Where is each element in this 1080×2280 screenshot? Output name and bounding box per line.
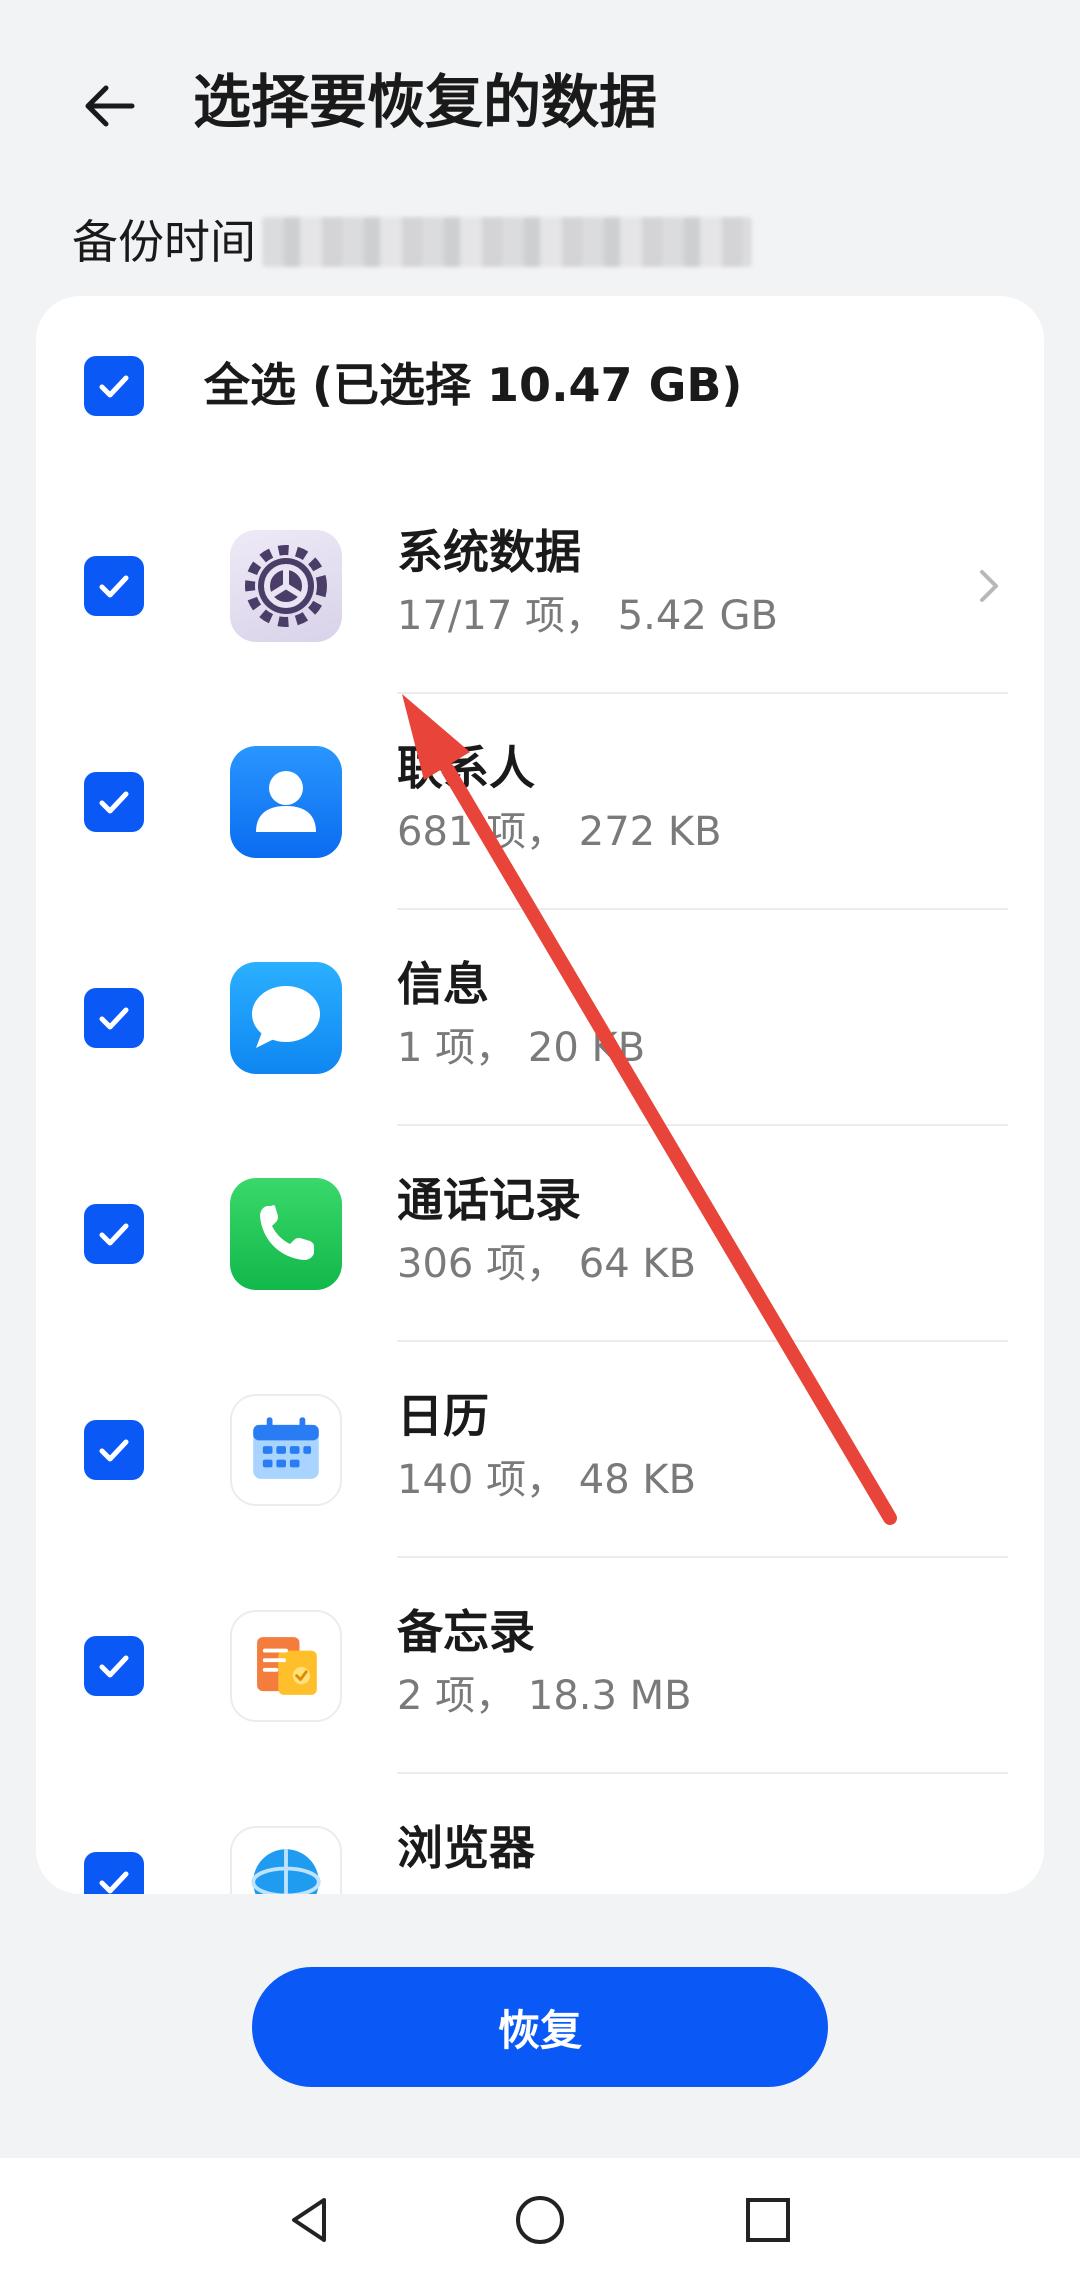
item-meta: 1 项， 20 KB [397,1025,646,1071]
redacted-backup-time [262,217,752,267]
check-icon [99,791,129,814]
calendar-icon [230,1394,342,1506]
backup-time-label: 备份时间 [72,215,256,269]
list-item-messages[interactable]: 信息 1 项， 20 KB [36,910,1044,1126]
system-nav-bar [0,2158,1080,2280]
item-checkbox[interactable] [84,1636,144,1696]
back-button[interactable] [62,58,158,154]
item-name: 联系人 [397,741,535,795]
check-icon [99,375,129,398]
settings-gear-icon [230,530,342,642]
select-all-label: 全选 (已选择 10.47 GB) [204,358,743,412]
check-icon [99,575,129,598]
page-title: 选择要恢复的数据 [193,68,658,136]
item-meta: 306 项， 64 KB [397,1241,697,1287]
item-checkbox[interactable] [84,1204,144,1264]
list-item-contacts[interactable]: 联系人 681 项， 272 KB [36,694,1044,910]
item-name: 系统数据 [397,525,581,579]
list-item-notes[interactable]: 备忘录 2 项， 18.3 MB [36,1558,1044,1774]
item-meta: 681 项， 272 KB [397,809,722,855]
check-icon [99,1223,129,1246]
item-checkbox[interactable] [84,772,144,832]
browser-icon [230,1826,342,1894]
check-icon [99,1871,129,1894]
list-item-browser[interactable]: 浏览器 [36,1774,1044,1894]
nav-home-icon [516,2196,564,2244]
data-list-card: 全选 (已选择 10.47 GB) 系统数据 17/17 项， 5.42 GB [36,296,1044,1894]
phone-icon [230,1178,342,1290]
item-meta: 2 项， 18.3 MB [397,1673,692,1719]
check-icon [99,1007,129,1030]
select-all-row[interactable]: 全选 (已选择 10.47 GB) [36,296,1044,478]
nav-home-button[interactable] [500,2180,580,2260]
nav-recents-icon [746,2198,790,2242]
list-item-call-log[interactable]: 通话记录 306 项， 64 KB [36,1126,1044,1342]
check-icon [99,1439,129,1462]
item-checkbox[interactable] [84,556,144,616]
list-item-system-data[interactable]: 系统数据 17/17 项， 5.42 GB [36,478,1044,694]
check-icon [99,1655,129,1678]
item-name: 浏览器 [397,1821,535,1875]
item-name: 通话记录 [397,1173,581,1227]
select-all-checkbox[interactable] [84,356,144,416]
restore-button[interactable]: 恢复 [252,1967,828,2087]
item-name: 备忘录 [397,1605,535,1659]
item-meta: 17/17 项， 5.42 GB [397,593,778,639]
header: 选择要恢复的数据 [0,0,1080,200]
list-item-calendar[interactable]: 日历 140 项， 48 KB [36,1342,1044,1558]
item-name: 信息 [397,957,489,1011]
item-meta: 140 项， 48 KB [397,1457,697,1503]
chevron-right-icon[interactable] [968,566,1008,606]
nav-back-button[interactable] [270,2180,350,2260]
item-name: 日历 [397,1389,489,1443]
messages-icon [230,962,342,1074]
notes-icon [230,1610,342,1722]
backup-time: 备份时间 [72,210,752,274]
item-checkbox[interactable] [84,988,144,1048]
nav-back-icon [292,2198,326,2242]
item-checkbox[interactable] [84,1852,144,1894]
nav-recents-button[interactable] [728,2180,808,2260]
arrow-left-icon [85,85,135,127]
item-checkbox[interactable] [84,1420,144,1480]
contacts-icon [230,746,342,858]
